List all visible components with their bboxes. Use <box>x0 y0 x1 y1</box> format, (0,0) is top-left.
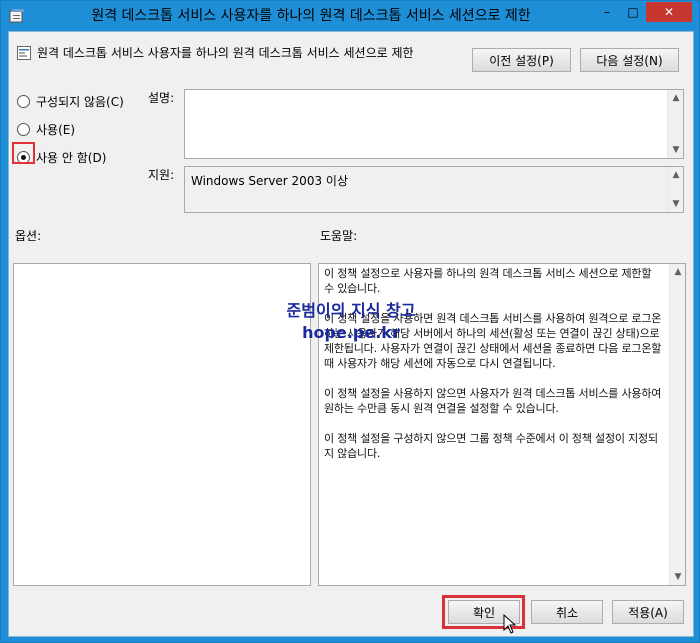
close-button[interactable]: ✕ <box>646 2 692 22</box>
comment-textarea[interactable]: ▲ ▼ <box>184 89 684 159</box>
apply-button[interactable]: 적용(A) <box>612 600 684 624</box>
supported-on-label: 지원: <box>148 168 175 182</box>
supported-scrollbar[interactable]: ▲ ▼ <box>667 167 683 212</box>
scroll-up-icon[interactable]: ▲ <box>670 264 686 280</box>
policy-app-icon <box>9 9 24 23</box>
options-panel <box>13 263 311 586</box>
scroll-down-icon[interactable]: ▼ <box>668 142 684 158</box>
scroll-down-icon[interactable]: ▼ <box>668 196 684 212</box>
cancel-button[interactable]: 취소 <box>531 600 603 624</box>
scroll-up-icon[interactable]: ▲ <box>668 167 684 183</box>
radio-label: 사용(E) <box>36 122 76 137</box>
options-label: 옵션: <box>15 229 42 243</box>
supported-on-value: Windows Server 2003 이상 <box>191 174 348 188</box>
radio-circle[interactable] <box>17 94 30 108</box>
supported-on-box: Windows Server 2003 이상 ▲ ▼ <box>184 166 684 213</box>
mouse-pointer-icon <box>503 614 517 634</box>
policy-name: 원격 데스크톱 서비스 사용자를 하나의 원격 데스크톱 서비스 세션으로 제한 <box>37 46 414 60</box>
window-title: 원격 데스크톱 서비스 사용자를 하나의 원격 데스크톱 서비스 세션으로 제한 <box>91 8 531 24</box>
policy-setting-icon <box>17 46 31 60</box>
radio-highlight-box <box>12 142 35 164</box>
watermark: 준범이의 지식 창고 hope.pe.kr <box>271 300 431 344</box>
watermark-line-2: hope.pe.kr <box>302 323 400 342</box>
previous-setting-button[interactable]: 이전 설정(P) <box>472 48 571 72</box>
comment-scrollbar[interactable]: ▲ ▼ <box>667 90 683 158</box>
radio-label: 구성되지 않음(C) <box>36 94 124 109</box>
help-text: 이 정책 설정으로 사용자를 하나의 원격 데스크톱 서비스 세션으로 제한할 … <box>324 267 662 460</box>
scroll-down-icon[interactable]: ▼ <box>670 569 686 585</box>
help-scrollbar[interactable]: ▲ ▼ <box>669 264 685 585</box>
title-bar[interactable]: 원격 데스크톱 서비스 사용자를 하나의 원격 데스크톱 서비스 세션으로 제한… <box>1 1 699 31</box>
comment-label: 설명: <box>148 91 175 105</box>
maximize-button[interactable]: □ <box>620 2 646 22</box>
help-label: 도움말: <box>320 229 358 243</box>
radio-label: 사용 안 함(D) <box>36 150 107 165</box>
scroll-up-icon[interactable]: ▲ <box>668 90 684 106</box>
next-setting-button[interactable]: 다음 설정(N) <box>580 48 679 72</box>
minimize-button[interactable]: – <box>594 2 620 22</box>
radio-circle[interactable] <box>17 122 30 136</box>
radio-not-configured[interactable]: 구성되지 않음(C) <box>17 91 124 111</box>
watermark-line-1: 준범이의 지식 창고 <box>286 301 416 320</box>
radio-enabled[interactable]: 사용(E) <box>17 119 75 139</box>
policy-dialog-window: 원격 데스크톱 서비스 사용자를 하나의 원격 데스크톱 서비스 세션으로 제한… <box>0 0 700 643</box>
dialog-client-area: 원격 데스크톱 서비스 사용자를 하나의 원격 데스크톱 서비스 세션으로 제한… <box>8 31 694 637</box>
